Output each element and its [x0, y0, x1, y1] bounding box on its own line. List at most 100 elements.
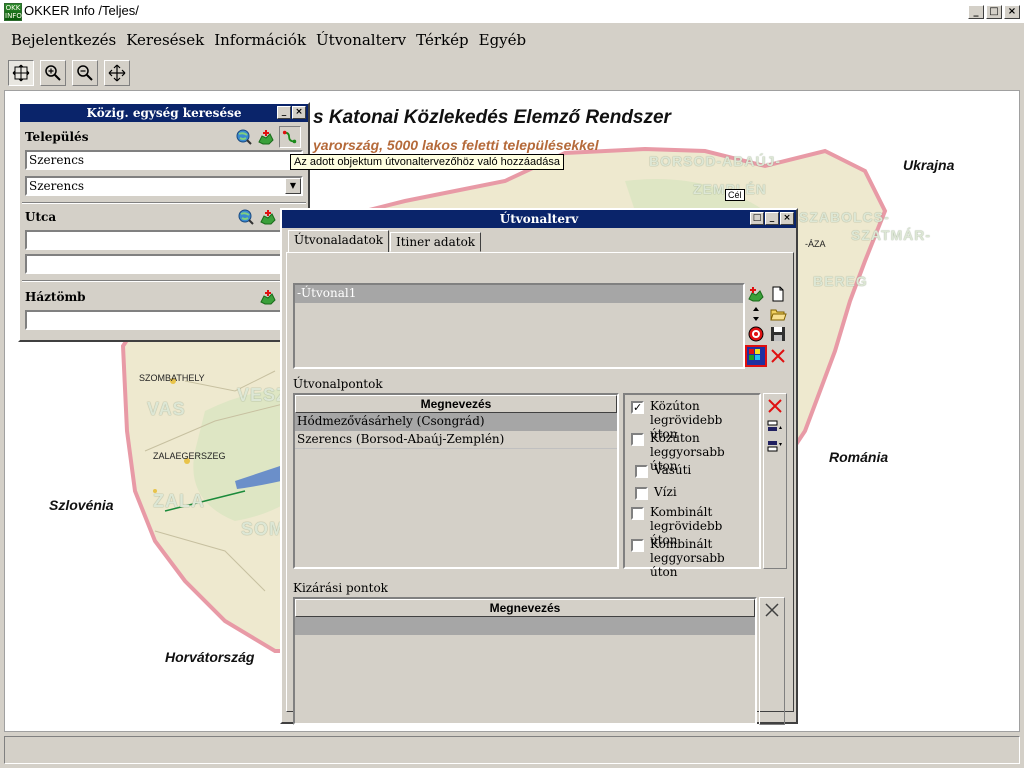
close-button[interactable]: ×	[1004, 5, 1020, 19]
zoom-in-icon	[45, 65, 61, 81]
route-minimize-button[interactable]: _	[765, 212, 779, 225]
county-somogy: SOM	[241, 519, 286, 539]
minimize-button[interactable]: _	[968, 5, 984, 19]
county-zala: ZALA	[153, 491, 205, 511]
utca-divider	[22, 280, 306, 282]
maximize-button[interactable]: □	[986, 5, 1002, 19]
menu-terkep[interactable]: Térkép	[411, 31, 473, 49]
move-updown-icon[interactable]	[747, 305, 765, 323]
kozig-search-window: Közig. egység keresése _ × Település Sze…	[18, 102, 310, 342]
menu-keresesek[interactable]: Keresések	[121, 31, 209, 49]
pan-icon	[108, 64, 126, 82]
route-tabs: Útvonaladatok Itiner adatok	[288, 230, 482, 252]
checkbox-kozut-leggyorsabb[interactable]	[631, 433, 644, 446]
map-subtitle: yarország, 5000 lakos feletti települése…	[313, 137, 599, 153]
menu-informaciok[interactable]: Információk	[209, 31, 311, 49]
checkbox-kozut-legrovidebb[interactable]: ✓	[631, 401, 644, 414]
telepules-label: Település	[25, 130, 89, 144]
option-label: Vasúti	[654, 463, 692, 477]
map-title: s Katonai Közlekedés Elemző Rendszer	[313, 107, 671, 128]
checkbox-kombinalt-leggyorsabb[interactable]	[631, 539, 644, 552]
haztomb-add-map-icon[interactable]	[259, 288, 277, 306]
map-toolbar	[8, 60, 130, 86]
city-aza: -ÁZA	[805, 239, 826, 249]
zoom-in-button[interactable]	[40, 60, 66, 86]
checkbox-vasuti[interactable]	[635, 465, 648, 478]
new-document-icon[interactable]	[769, 285, 787, 303]
telepules-combo[interactable]: Szerencs ▼	[25, 176, 303, 196]
route-plan-window: Útvonalterv □ _ × Útvonaladatok Itiner a…	[280, 208, 798, 725]
kozig-window-title[interactable]: Közig. egység keresése _ ×	[20, 104, 308, 122]
delete-route-icon[interactable]	[769, 347, 787, 365]
utca-add-map-icon[interactable]	[259, 208, 277, 226]
utca-search-globe-icon[interactable]	[237, 208, 255, 226]
delete-point-icon[interactable]	[766, 397, 784, 415]
target-icon[interactable]	[747, 325, 765, 343]
haztomb-label: Háztömb	[25, 290, 86, 304]
option-label: Vízi	[654, 485, 677, 499]
kozig-close-button[interactable]: ×	[292, 106, 306, 119]
route-window-title[interactable]: Útvonalterv □ _ ×	[282, 210, 796, 228]
route-list[interactable]: -Útvonal1	[293, 283, 745, 369]
color-palette-button[interactable]	[745, 345, 767, 367]
utca-label: Utca	[25, 210, 57, 224]
kozig-window-controls: _ ×	[277, 106, 306, 119]
option-kombinalt-leggyorsabb[interactable]: Kombinált leggyorsabb úton	[631, 537, 750, 579]
menu-egyeb[interactable]: Egyéb	[474, 31, 532, 49]
window-controls: _ □ ×	[968, 5, 1020, 19]
exclude-points-list[interactable]: Megnevezés	[293, 597, 757, 725]
option-label: Kombinált leggyorsabb úton	[650, 537, 725, 579]
move-point-down-icon[interactable]	[766, 437, 784, 455]
route-points-list[interactable]: Megnevezés Hódmezővásárhely (Csongrád) S…	[293, 393, 619, 569]
route-point-row[interactable]: Hódmezővásárhely (Csongrád)	[295, 413, 617, 431]
zoom-out-button[interactable]	[72, 60, 98, 86]
route-points-label: Útvonalpontok	[293, 377, 383, 391]
county-szabolcs: SZABOLCS-	[799, 209, 890, 225]
exclude-points-label: Kizárási pontok	[293, 581, 388, 595]
add-to-route-tooltip: Az adott objektum útvonaltervezőhöz való…	[290, 154, 564, 170]
utca-input[interactable]	[25, 230, 285, 250]
checkbox-vizi[interactable]	[635, 487, 648, 500]
route-close-button[interactable]: ×	[780, 212, 794, 225]
telepules-input[interactable]: Szerencs	[25, 150, 303, 170]
pan-button[interactable]	[104, 60, 130, 86]
save-icon[interactable]	[769, 325, 787, 343]
search-globe-icon[interactable]	[235, 128, 253, 146]
tab-itiner-adatok[interactable]: Itiner adatok	[389, 232, 482, 252]
main-titlebar[interactable]: OKK INFO OKKER Info /Teljes/ _ □ ×	[0, 0, 1024, 24]
add-route-icon[interactable]	[747, 285, 765, 303]
cel-marker[interactable]: Cél	[725, 189, 745, 201]
kozig-window-title-text: Közig. egység keresése	[86, 106, 242, 120]
telepules-combo-value: Szerencs	[29, 179, 85, 193]
route-points-header[interactable]: Megnevezés	[295, 395, 617, 413]
menu-bejelentkezes[interactable]: Bejelentkezés	[6, 31, 121, 49]
country-szlovenia: Szlovénia	[49, 497, 114, 513]
route-list-item[interactable]: -Útvonal1	[295, 285, 743, 303]
county-bereg: BEREG	[813, 273, 868, 289]
zoom-extent-button[interactable]	[8, 60, 34, 86]
route-point-row[interactable]: Szerencs (Borsod-Abaúj-Zemplén)	[295, 431, 617, 449]
status-bar	[4, 736, 1020, 764]
route-restore-button[interactable]: □	[750, 212, 764, 225]
kozig-minimize-button[interactable]: _	[277, 106, 291, 119]
option-vizi[interactable]: Vízi	[635, 485, 677, 500]
delete-exclude-icon[interactable]	[763, 601, 781, 619]
county-vas: VAS	[147, 399, 186, 419]
palette-icon	[749, 349, 760, 360]
exclude-points-header[interactable]: Megnevezés	[295, 599, 755, 617]
move-point-up-icon[interactable]	[766, 417, 784, 435]
menu-utvonalterv[interactable]: Útvonalterv	[311, 31, 411, 49]
add-to-route-button[interactable]	[279, 126, 301, 148]
tab-utvonaladatok[interactable]: Útvonaladatok	[288, 230, 389, 252]
kozig-divider	[22, 202, 306, 204]
zoom-extent-icon	[12, 64, 30, 82]
utca-input-2[interactable]	[25, 254, 285, 274]
chevron-down-icon[interactable]: ▼	[285, 178, 301, 194]
checkbox-kombinalt-legrovidebb[interactable]	[631, 507, 644, 520]
option-vasuti[interactable]: Vasúti	[635, 463, 691, 478]
add-map-icon[interactable]	[257, 128, 275, 146]
open-folder-icon[interactable]	[769, 305, 787, 323]
haztomb-input[interactable]	[25, 310, 285, 330]
window-title: OKKER Info /Teljes/	[24, 3, 139, 18]
exclude-point-row[interactable]	[295, 617, 755, 635]
